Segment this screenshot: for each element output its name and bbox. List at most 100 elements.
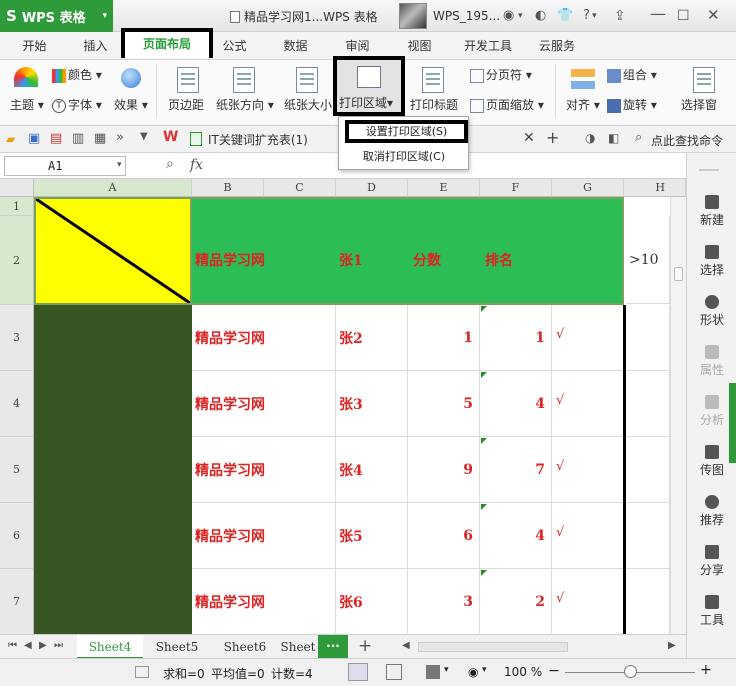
new-tab-icon[interactable]: + [546,128,559,147]
reading-mode-icon[interactable] [426,665,440,679]
close-tab-icon[interactable]: ✕ [523,130,535,146]
print-area-button[interactable]: 打印区域▾ [333,56,405,116]
header-cell[interactable]: 精品学习网 [192,216,336,304]
maximize-icon[interactable]: ☐ [677,8,690,24]
column-header[interactable]: F [480,179,552,197]
panel-share[interactable]: 分享 [687,545,736,578]
tab-data[interactable]: 数据 [273,32,318,60]
table-cell[interactable]: 2 [480,569,552,634]
table-cell[interactable]: √ [552,305,624,371]
table-cell[interactable]: 5 [408,371,480,437]
search-command[interactable]: 点此查找命令 [651,132,723,149]
pdf-icon[interactable]: ▤ [50,131,62,146]
zoom-search-icon[interactable]: ⌕ [166,156,174,172]
font-button[interactable]: T 字体 ▾ [52,96,102,113]
row-header[interactable]: 7 [0,569,34,634]
page-break-button[interactable]: 分页符 ▾ [470,66,532,83]
table-cell[interactable]: 3 [408,569,480,634]
vertical-scrollbar[interactable] [670,197,686,634]
group-button[interactable]: 组合 ▾ [607,66,657,83]
row-header[interactable]: 3 [0,305,34,371]
sheet-tab[interactable]: Sheet5 [145,635,209,659]
header-cell[interactable]: 张1 [336,216,408,304]
zoom-in-icon[interactable]: + [700,662,712,678]
tab-page-layout[interactable]: 页面布局 [121,28,213,58]
normal-view-icon[interactable] [348,663,368,681]
table-cell[interactable]: 1 [480,305,552,371]
table-cell[interactable]: 张6 [336,569,408,634]
skin-icon[interactable]: ◐ [535,8,546,23]
column-header[interactable]: D [336,179,408,197]
page-zoom-button[interactable]: 页面缩放 ▾ [470,96,544,113]
scroll-left-icon[interactable]: ◀ [402,640,410,651]
restore-window-icon[interactable]: ⇪ [614,8,626,24]
table-cell[interactable]: 4 [480,503,552,569]
sheet-tab[interactable]: Sheet6 [213,635,277,659]
table-cell[interactable] [626,569,670,634]
scroll-right-icon[interactable]: ▶ [668,640,676,651]
eye-icon[interactable]: ◉ [468,665,478,679]
row-header[interactable]: 4 [0,371,34,437]
zoom-out-icon[interactable]: − [548,663,560,679]
fx-icon[interactable]: fx [190,157,203,173]
table-cell[interactable]: 6 [408,503,480,569]
colors-button[interactable]: 颜色 ▾ [52,66,102,83]
table-cell[interactable]: 张4 [336,437,408,503]
chevron-down-icon[interactable]: ▾ [117,160,122,170]
cancel-print-area-item[interactable]: 取消打印区域(C) [345,147,463,167]
scroll-thumb[interactable] [674,267,683,281]
table-cell[interactable]: 张2 [336,305,408,371]
horizontal-scrollbar[interactable] [418,642,568,652]
avatar[interactable] [399,3,427,29]
column-header[interactable]: E [408,179,480,197]
last-sheet-icon[interactable]: ⏭ [54,640,63,651]
panel-shape[interactable]: 形状 [687,295,736,328]
cloud-icon[interactable]: ◑ [585,131,595,145]
zoom-level[interactable]: 100 % [504,665,542,679]
table-cell[interactable]: √ [552,437,624,503]
table-cell[interactable]: 精品学习网 [192,503,336,569]
table-cell[interactable]: 9 [408,437,480,503]
print-titles-button[interactable]: 打印标题 [410,96,458,113]
table-cell[interactable]: √ [552,371,624,437]
preview-icon[interactable]: ▦ [94,131,106,146]
table-cell[interactable]: √ [552,503,624,569]
panel-recommend[interactable]: 推荐 [687,495,736,528]
tab-insert[interactable]: 插入 [73,32,118,60]
tab-formula[interactable]: 公式 [212,32,257,60]
help-icon[interactable]: ? [583,8,590,23]
column-header[interactable]: B [192,179,264,197]
chevron-down-icon[interactable]: ▾ [444,665,449,675]
header-cell[interactable]: 分数 [410,216,482,304]
next-sheet-icon[interactable]: ▶ [39,640,47,651]
chevron-down-icon[interactable]: ▾ [592,11,597,21]
table-cell[interactable] [626,371,670,437]
paper-size-button[interactable]: 纸张大小 [284,96,332,113]
tab-home[interactable]: 开始 [12,32,57,60]
select-all-corner[interactable] [0,179,34,197]
theme-button[interactable]: 主题 ▾ [10,96,44,113]
close-icon[interactable]: ✕ [707,6,720,24]
sheet-tab[interactable]: Sheet4 [77,635,143,659]
header-cell[interactable]: 排名 [482,216,554,304]
table-cell[interactable] [626,305,670,371]
column-header[interactable]: H [624,179,686,197]
chevron-down-icon[interactable]: ▾ [482,665,487,675]
user-name[interactable]: WPS_195... [433,9,500,23]
orientation-button[interactable]: 纸张方向 ▾ [216,96,274,113]
table-cell[interactable]: 4 [480,371,552,437]
table-cell[interactable]: 张3 [336,371,408,437]
table-cell[interactable]: 7 [480,437,552,503]
row-header[interactable]: 6 [0,503,34,569]
column-header[interactable]: A [34,179,192,197]
table-cell[interactable]: 精品学习网 [192,305,336,371]
share-icon[interactable]: ◧ [608,131,619,145]
row-header[interactable]: 1 [0,197,34,216]
table-cell[interactable] [626,437,670,503]
tab-cloud[interactable]: 云服务 [532,32,582,60]
panel-tools[interactable]: 工具 [687,595,736,628]
panel-new[interactable]: 新建 [687,195,736,228]
more-sheets-icon[interactable]: ··· [318,635,348,659]
table-cell[interactable]: 张5 [336,503,408,569]
page-break-view-icon[interactable] [386,664,402,680]
